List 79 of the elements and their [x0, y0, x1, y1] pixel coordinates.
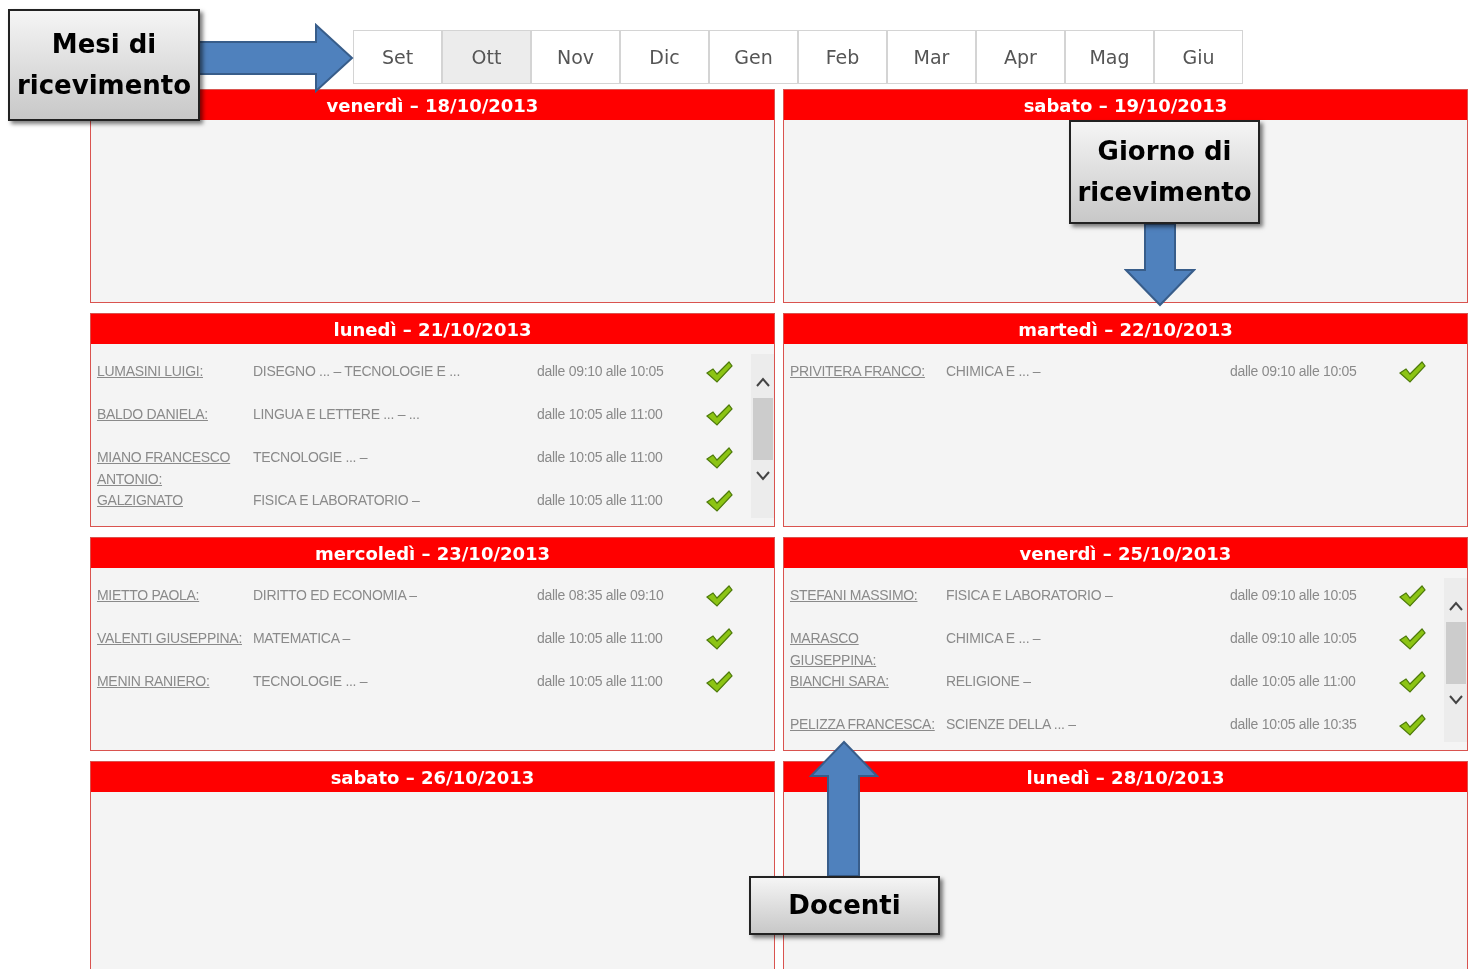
time-text: dalle 09:10 alle 10:05: [1230, 586, 1358, 605]
teacher-link[interactable]: VALENTI GIUSEPPINA:: [97, 627, 253, 649]
day-header: lunedì – 21/10/2013: [91, 314, 774, 344]
check-icon: [705, 489, 733, 513]
teacher-link[interactable]: STEFANI MASSIMO:: [790, 584, 946, 606]
month-tab[interactable]: Apr: [976, 30, 1065, 84]
time-text: dalle 09:10 alle 10:05: [1230, 629, 1358, 648]
month-tab[interactable]: Set: [353, 30, 442, 84]
check-icon: [705, 446, 733, 470]
arrow-down-icon: [1124, 223, 1196, 307]
chevron-up-icon[interactable]: [1447, 600, 1464, 612]
day-header: mercoledì – 23/10/2013: [91, 538, 774, 568]
teacher-link[interactable]: GALZIGNATO: [97, 489, 253, 511]
month-tab[interactable]: Nov: [531, 30, 620, 84]
subjects-text: CHIMICA E ... –: [946, 629, 1042, 648]
time-text: dalle 10:05 alle 10:35: [1230, 715, 1358, 734]
subjects-text: RELIGIONE –: [946, 672, 1032, 691]
arrow-right-icon: [198, 23, 354, 93]
month-tab[interactable]: Dic: [620, 30, 709, 84]
check-icon: [1398, 713, 1426, 737]
teacher-link[interactable]: BIANCHI SARA:: [790, 670, 946, 692]
chevron-up-icon[interactable]: [754, 376, 771, 388]
scrollbar-thumb[interactable]: [1445, 622, 1466, 684]
callout-box: Docenti: [749, 876, 940, 935]
time-text: dalle 10:05 alle 11:00: [1230, 672, 1357, 691]
time-text: dalle 10:05 alle 11:00: [537, 491, 664, 510]
check-icon: [1398, 360, 1426, 384]
subjects-text: SCIENZE DELLA ... –: [946, 715, 1077, 734]
subjects-text: MATEMATICA –: [253, 629, 352, 648]
time-text: dalle 10:05 alle 11:00: [537, 672, 664, 691]
teacher-link[interactable]: PRIVITERA FRANCO:: [790, 360, 946, 382]
time-text: dalle 10:05 alle 11:00: [537, 405, 664, 424]
subjects-text: DIRITTO ED ECONOMIA –: [253, 586, 418, 605]
day-header: martedì – 22/10/2013: [784, 314, 1467, 344]
check-icon: [705, 627, 733, 651]
scrollbar[interactable]: [1444, 578, 1467, 742]
day-header: sabato – 26/10/2013: [91, 762, 774, 792]
subjects-text: LINGUA E LETTERE ... – ...: [253, 405, 421, 424]
check-icon: [705, 670, 733, 694]
teacher-link[interactable]: MENIN RANIERO:: [97, 670, 253, 692]
month-tab[interactable]: Ott: [442, 30, 531, 84]
month-tab[interactable]: Feb: [798, 30, 887, 84]
arrow-up-icon: [809, 740, 879, 877]
time-text: dalle 10:05 alle 11:00: [537, 629, 664, 648]
callout-box: Giorno di ricevimento: [1069, 120, 1260, 224]
time-text: dalle 09:10 alle 10:05: [537, 362, 665, 381]
subjects-text: FISICA E LABORATORIO –: [946, 586, 1114, 605]
day-header: sabato – 19/10/2013: [784, 90, 1467, 120]
chevron-down-icon[interactable]: [754, 470, 771, 482]
subjects-text: TECNOLOGIE ... –: [253, 448, 369, 467]
month-tab[interactable]: Gen: [709, 30, 798, 84]
day-header: venerdì – 25/10/2013: [784, 538, 1467, 568]
teacher-link[interactable]: BALDO DANIELA:: [97, 403, 253, 425]
chevron-down-icon[interactable]: [1447, 694, 1464, 706]
check-icon: [1398, 584, 1426, 608]
check-icon: [705, 584, 733, 608]
teacher-link[interactable]: PELIZZA FRANCESCA:: [790, 713, 946, 735]
subjects-text: DISEGNO ... – TECNOLOGIE E ...: [253, 362, 462, 381]
check-icon: [1398, 670, 1426, 694]
check-icon: [705, 360, 733, 384]
month-tab[interactable]: Mag: [1065, 30, 1154, 84]
month-tab[interactable]: Giu: [1154, 30, 1243, 84]
teacher-link[interactable]: MIANO FRANCESCO ANTONIO:: [97, 446, 253, 490]
subjects-text: TECNOLOGIE ... –: [253, 672, 369, 691]
teacher-link[interactable]: MARASCO GIUSEPPINA:: [790, 627, 946, 671]
subjects-text: FISICA E LABORATORIO –: [253, 491, 421, 510]
check-icon: [705, 403, 733, 427]
check-icon: [1398, 627, 1426, 651]
teacher-link[interactable]: LUMASINI LUIGI:: [97, 360, 253, 382]
time-text: dalle 10:05 alle 11:00: [537, 448, 664, 467]
month-tab[interactable]: Mar: [887, 30, 976, 84]
scrollbar[interactable]: [751, 354, 774, 518]
scrollbar-thumb[interactable]: [752, 398, 773, 460]
time-text: dalle 08:35 alle 09:10: [537, 586, 665, 605]
teacher-link[interactable]: MIETTO PAOLA:: [97, 584, 253, 606]
time-text: dalle 09:10 alle 10:05: [1230, 362, 1358, 381]
callout-box: Mesi di ricevimento: [8, 9, 200, 121]
day-header: lunedì – 28/10/2013: [784, 762, 1467, 792]
subjects-text: CHIMICA E ... –: [946, 362, 1042, 381]
